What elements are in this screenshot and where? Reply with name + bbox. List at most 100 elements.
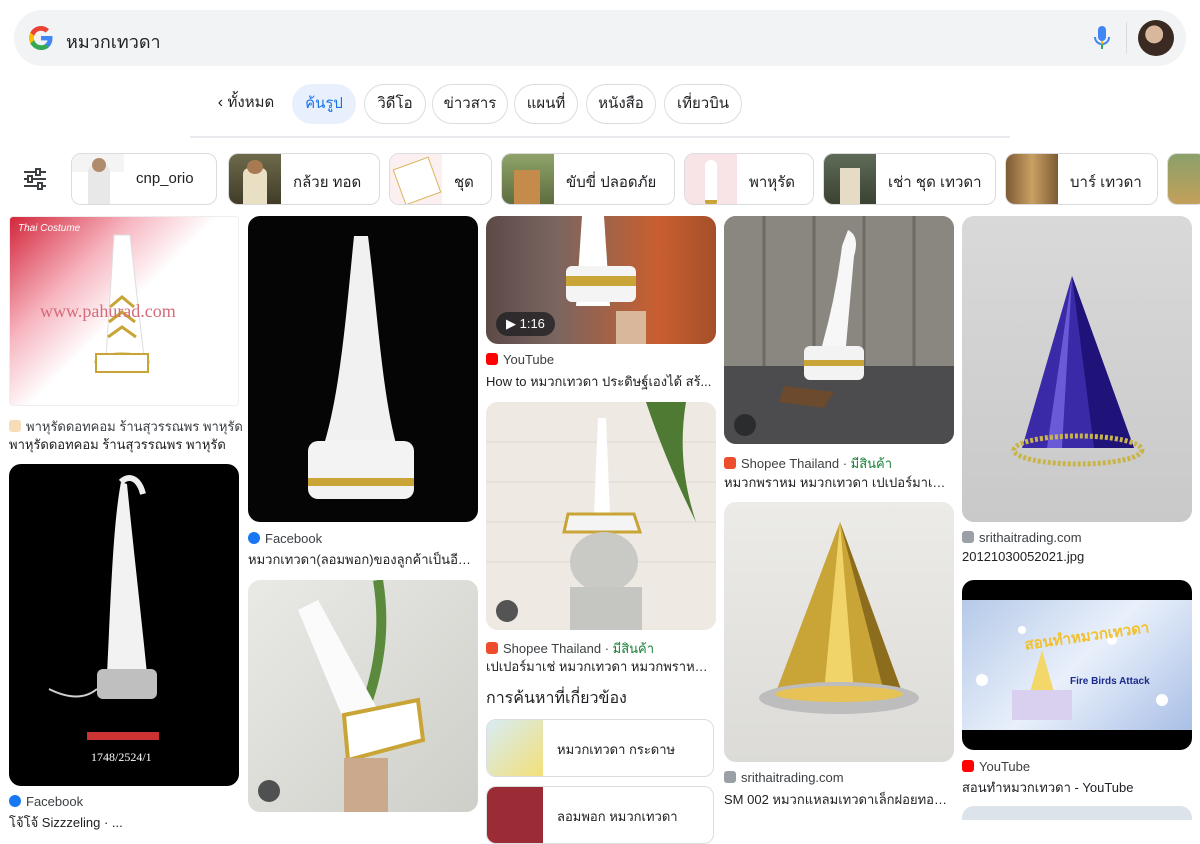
result-image-facebook-1[interactable]: 1748/2524/1 xyxy=(9,464,239,786)
chip-label: ชุด xyxy=(454,174,474,191)
tab-all[interactable]: ‹ ทั้งหมด xyxy=(210,84,282,124)
result-caption[interactable]: โจ้โจ้ Sizzzeling · ... xyxy=(9,812,237,833)
in-stock-label: มีสินค้า xyxy=(612,641,655,656)
source-srithai[interactable]: srithaitrading.com xyxy=(724,770,844,785)
result-image-gold-cone[interactable] xyxy=(724,502,954,762)
video-duration: 1:16 xyxy=(519,316,545,331)
search-input[interactable]: หมวกเทวดา xyxy=(66,27,161,56)
tab-flights[interactable]: เที่ยวบิน xyxy=(664,84,742,124)
angel-hat-illustration xyxy=(48,475,159,740)
source-label: Facebook xyxy=(265,531,323,546)
chip-kluay-tod[interactable]: กล้วย ทอด xyxy=(228,153,380,205)
result-image-purple-cone[interactable] xyxy=(962,216,1192,522)
chip-thumbnail xyxy=(824,154,876,204)
source-shopee[interactable]: Shopee Thailand · มีสินค้า xyxy=(724,453,892,474)
thumbnail-subtitle: Fire Birds Attack xyxy=(1070,676,1150,687)
chip-thumbnail xyxy=(229,154,281,204)
gold-cone-hat-illustration xyxy=(759,522,919,714)
angel-hat-illustration xyxy=(308,236,414,499)
chevron-left-icon: ‹ xyxy=(217,94,228,111)
youtube-icon xyxy=(486,353,498,365)
related-thumbnail xyxy=(487,720,543,776)
related-search-lompok[interactable]: ลอมพอก หมวกเทวดา xyxy=(486,786,714,844)
chip-cnp-orio[interactable]: cnp_orio xyxy=(71,153,217,205)
result-image-next[interactable] xyxy=(962,806,1192,820)
image-overlay-url: www.pahurad.com xyxy=(40,301,176,321)
result-caption[interactable]: หมวกพราหม หมวกเทวดา เปเปอร์มาเช่ |... xyxy=(724,472,952,493)
result-caption[interactable]: 20121030052021.jpg xyxy=(962,549,1190,564)
source-label: YouTube xyxy=(503,352,555,367)
chip-thumbnail xyxy=(72,154,124,204)
cart-icon xyxy=(724,771,736,783)
angel-hat-illustration xyxy=(298,580,426,812)
result-caption[interactable]: หมวกเทวดา(ลอมพอก)ของลูกค้าเป็นอีกห... xyxy=(248,549,476,570)
source-label: Shopee Thailand xyxy=(503,641,602,656)
related-searches-title: การค้นหาที่เกี่ยวข้อง xyxy=(486,690,627,707)
tab-news[interactable]: ข่าวสาร xyxy=(432,84,508,124)
tab-images[interactable]: ค้นรูป xyxy=(292,84,356,124)
chip-label: เช่า ชุด เทวดา xyxy=(888,174,982,191)
source-label: Shopee Thailand xyxy=(741,456,840,471)
result-image-shopee-statue[interactable] xyxy=(486,402,716,630)
tab-videos[interactable]: วิดีโอ xyxy=(364,84,426,124)
tabs-underline xyxy=(190,136,1010,138)
result-caption[interactable]: SM 002 หมวกแหลมเทวดาเล็กฝอยทอง ... xyxy=(724,789,952,810)
hand-icon xyxy=(9,420,21,432)
google-logo-icon[interactable] xyxy=(28,25,54,51)
chip-label: พาหุรัด xyxy=(749,174,795,191)
facebook-icon xyxy=(9,795,21,807)
source-label: YouTube xyxy=(979,759,1031,774)
chip-rent-angel-costume[interactable]: เช่า ชุด เทวดา xyxy=(823,153,996,205)
related-search-paper-hat[interactable]: หมวกเทวดา กระดาษ xyxy=(486,719,714,777)
result-caption[interactable]: สอนทำหมวกเทวดา - YouTube xyxy=(962,777,1190,798)
chip-label: บาร์ เทวดา xyxy=(1070,174,1142,191)
tune-filters-icon[interactable] xyxy=(22,166,48,192)
related-thumbnail xyxy=(487,787,543,843)
chip-thumbnail xyxy=(502,154,554,204)
source-facebook[interactable]: Facebook xyxy=(9,794,83,809)
tab-maps[interactable]: แผนที่ xyxy=(514,84,578,124)
result-image-youtube-tutorial[interactable]: สอนทำหมวกเทวดา Fire Birds Attack xyxy=(962,580,1192,750)
product-tag-icon xyxy=(734,414,756,436)
product-tag-icon xyxy=(258,780,280,802)
result-image-youtube-video[interactable]: ▶ 1:16 xyxy=(486,216,716,344)
chip-pahurad[interactable]: พาหุรัด xyxy=(684,153,814,205)
result-image-pahurad[interactable]: Thai Costume www.pahurad.com xyxy=(9,216,239,406)
chip-safe-driving[interactable]: ขับขี่ ปลอดภัย xyxy=(501,153,675,205)
result-caption[interactable]: พาหุรัดดอทคอม ร้านสุวรรณพร พาหุรัด xyxy=(9,434,237,455)
chip-label: กล้วย ทอด xyxy=(293,174,362,191)
result-caption[interactable]: How to หมวกเทวดา ประดิษฐ์เองได้ สร้... xyxy=(486,371,714,392)
chip-angel-bar[interactable]: บาร์ เทวดา xyxy=(1005,153,1158,205)
avatar[interactable] xyxy=(1138,20,1174,56)
chip-thumbnail xyxy=(1006,154,1058,204)
source-srithai[interactable]: srithaitrading.com xyxy=(962,530,1082,545)
play-icon: ▶ xyxy=(506,316,520,331)
result-image-facebook-2[interactable] xyxy=(248,216,478,522)
chip-more[interactable] xyxy=(1167,153,1200,205)
related-label: ลอมพอก หมวกเทวดา xyxy=(557,809,678,824)
youtube-icon xyxy=(962,760,974,772)
search-bar[interactable]: หมวกเทวดา xyxy=(14,10,1186,66)
tab-label: ทั้งหมด xyxy=(227,94,275,111)
result-caption[interactable]: เปเปอร์มาเช่ หมวกเทวดา หมวกพราหม... xyxy=(486,656,714,677)
chip-thumbnail xyxy=(1168,154,1200,204)
source-facebook[interactable]: Facebook xyxy=(248,531,322,546)
result-image-shopee-wood[interactable] xyxy=(724,216,954,444)
microphone-icon[interactable] xyxy=(1092,25,1112,51)
chip-label: cnp_orio xyxy=(136,170,194,187)
purple-cone-hat-illustration xyxy=(1011,276,1145,467)
source-label: srithaitrading.com xyxy=(741,770,844,785)
tab-books[interactable]: หนังสือ xyxy=(586,84,656,124)
product-tag-icon xyxy=(496,600,518,622)
in-stock-label: มีสินค้า xyxy=(850,456,893,471)
chip-chud[interactable]: ชุด xyxy=(389,153,492,205)
video-duration-badge: ▶ 1:16 xyxy=(496,312,555,336)
result-image-shopee-handheld[interactable] xyxy=(248,580,478,812)
source-youtube[interactable]: YouTube xyxy=(962,759,1030,774)
source-youtube[interactable]: YouTube xyxy=(486,352,554,367)
cart-icon xyxy=(962,531,974,543)
shopee-icon xyxy=(486,642,498,654)
related-label: หมวกเทวดา กระดาษ xyxy=(557,742,676,757)
source-label: พาหุรัดดอทคอม ร้านสุวรรณพร พาหุรัด xyxy=(26,419,243,434)
image-overlay-code: 1748/2524/1 xyxy=(91,750,152,764)
